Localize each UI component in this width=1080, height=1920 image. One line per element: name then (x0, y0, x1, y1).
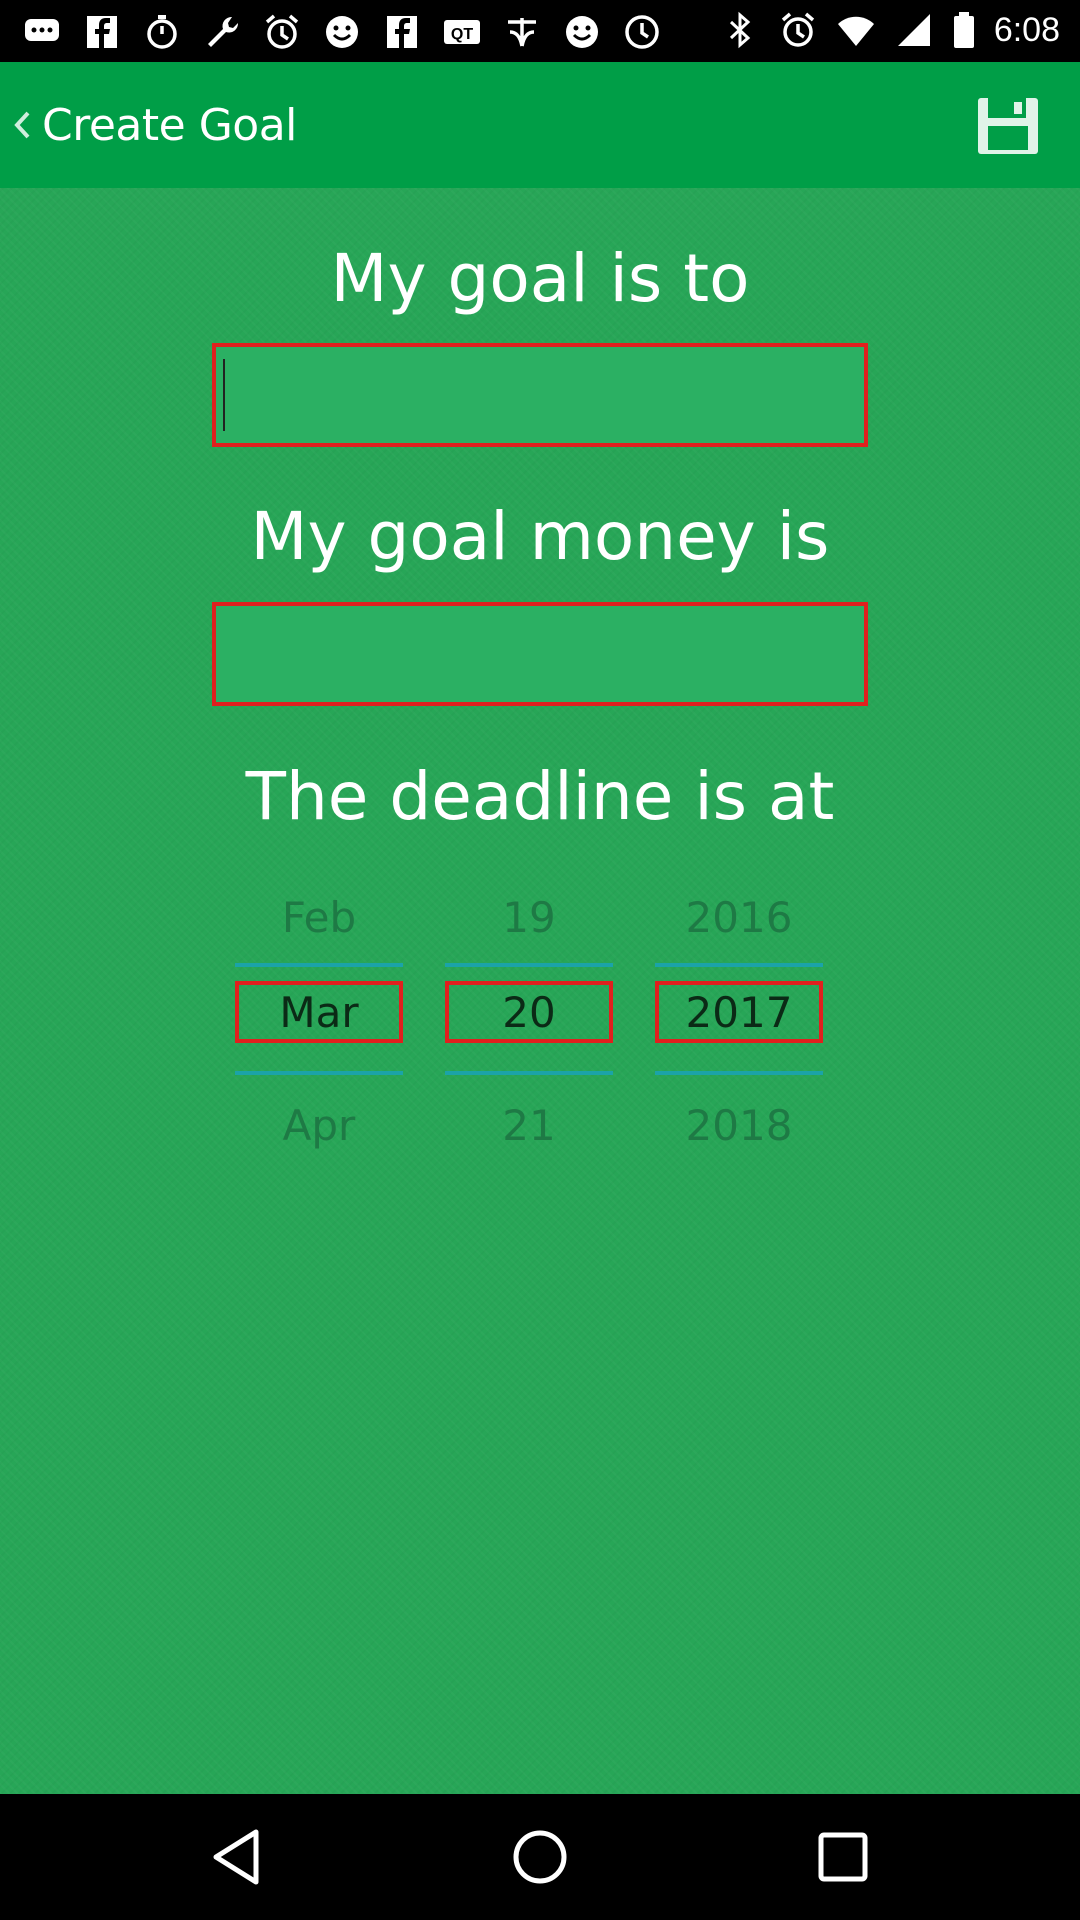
save-icon[interactable] (976, 96, 1040, 156)
facebook-icon (382, 12, 422, 52)
svg-text:QT: QT (451, 26, 473, 43)
status-bar: QT 6:08 (0, 0, 1080, 62)
back-triangle-icon[interactable] (200, 1820, 274, 1894)
system-status: 6:08 (720, 10, 1060, 50)
qt-icon: QT (442, 12, 482, 52)
day-next[interactable]: 21 (445, 1101, 613, 1150)
month-next[interactable]: Apr (235, 1101, 403, 1150)
back-button[interactable]: Create Goal (8, 92, 297, 158)
timer-icon (142, 12, 182, 52)
year-next[interactable]: 2018 (655, 1101, 823, 1150)
clock-icon (622, 12, 662, 52)
signal-icon (894, 10, 934, 50)
day-selected[interactable]: 20 (445, 981, 613, 1043)
chevron-left-icon (14, 111, 30, 139)
goal-input[interactable] (216, 347, 864, 443)
goal-input-box[interactable] (212, 343, 868, 447)
money-label: My goal money is (250, 498, 830, 575)
month-prev[interactable]: Feb (235, 893, 403, 942)
home-circle-icon[interactable] (503, 1820, 577, 1894)
recents-square-icon[interactable] (806, 1820, 880, 1894)
facebook-icon (82, 12, 122, 52)
money-input-box[interactable] (212, 602, 868, 706)
year-selected[interactable]: 2017 (655, 981, 823, 1043)
goal-label: My goal is to (330, 240, 750, 317)
picker-divider (445, 963, 613, 967)
bluetooth-icon (720, 10, 760, 50)
battery-icon (952, 10, 976, 50)
smiley-icon (322, 12, 362, 52)
alarm-icon (778, 10, 818, 50)
month-picker[interactable]: Feb Mar Apr (235, 893, 403, 1173)
page-title: Create Goal (42, 99, 297, 151)
month-selected[interactable]: Mar (235, 981, 403, 1043)
tencent-icon (502, 12, 542, 52)
smiley-icon (562, 12, 602, 52)
wrench-icon (202, 12, 242, 52)
deadline-label: The deadline is at (245, 758, 835, 835)
chat-icon (22, 12, 62, 52)
status-time: 6:08 (993, 10, 1060, 49)
navigation-bar (0, 1794, 1080, 1920)
text-cursor (223, 359, 225, 431)
app-bar: Create Goal (0, 62, 1080, 188)
picker-divider (235, 1071, 403, 1075)
wifi-icon (836, 10, 876, 50)
picker-divider (655, 1071, 823, 1075)
money-input[interactable] (216, 606, 864, 702)
year-prev[interactable]: 2016 (655, 893, 823, 942)
year-picker[interactable]: 2016 2017 2018 (655, 893, 823, 1173)
alarm-icon (262, 12, 302, 52)
picker-divider (655, 963, 823, 967)
day-picker[interactable]: 19 20 21 (445, 893, 613, 1173)
notification-icons: QT (22, 12, 662, 52)
picker-divider (235, 963, 403, 967)
day-prev[interactable]: 19 (445, 893, 613, 942)
create-goal-form: My goal is to My goal money is The deadl… (0, 188, 1080, 1794)
picker-divider (445, 1071, 613, 1075)
